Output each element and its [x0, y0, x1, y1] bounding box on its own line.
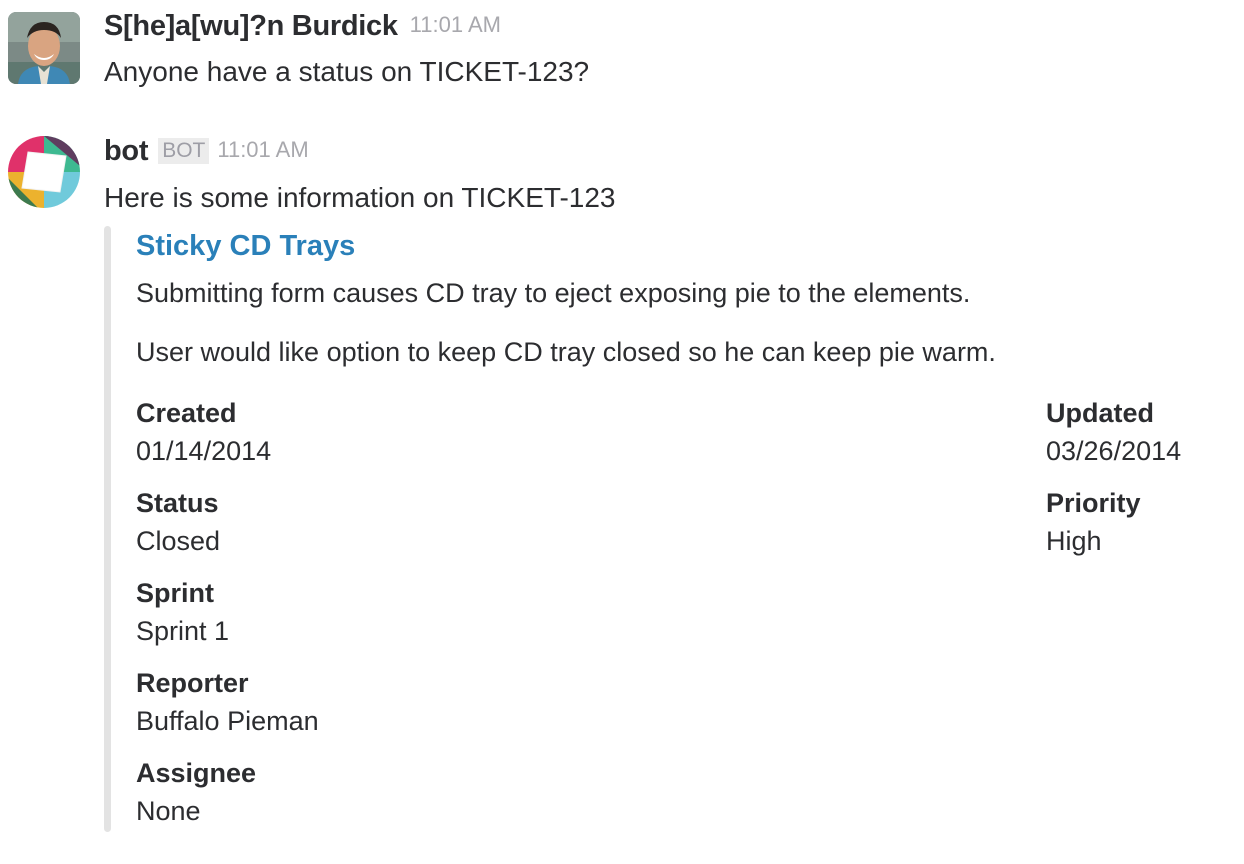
ticket-attachment: Sticky CD Trays Submitting form causes C…: [104, 226, 1234, 832]
field-sprint: Sprint Sprint 1: [136, 574, 229, 650]
field-updated: Updated 03/26/2014: [1046, 394, 1181, 470]
bot-avatar[interactable]: [8, 136, 80, 208]
message-bot: bot BOT 11:01 AM Here is some information …: [0, 130, 1244, 864]
message-text: Anyone have a status on TICKET-123?: [104, 56, 590, 87]
field-value: Sprint 1: [136, 616, 230, 646]
author-name[interactable]: S[he]a[wu]?n Burdick: [104, 10, 398, 42]
field-label: Priority: [1046, 488, 1141, 518]
field-value: Closed: [136, 526, 221, 556]
field-created: Created 01/14/2014: [136, 394, 271, 470]
field-reporter: Reporter Buffalo Pieman: [136, 664, 319, 740]
field-value: Buffalo Pieman: [136, 706, 319, 736]
attachment-color-bar: [104, 226, 111, 832]
field-value: High: [1046, 526, 1102, 556]
timestamp[interactable]: 11:01 AM: [217, 137, 308, 162]
field-label: Status: [136, 488, 219, 518]
field-label: Reporter: [136, 668, 249, 698]
slack-logo-icon: [8, 136, 80, 208]
field-label: Created: [136, 398, 237, 428]
field-priority: Priority High: [1046, 484, 1141, 560]
field-status: Status Closed: [136, 484, 220, 560]
bot-badge: BOT: [158, 138, 210, 164]
field-label: Sprint: [136, 578, 214, 608]
user-avatar-photo: [8, 12, 80, 84]
field-value: 01/14/2014: [136, 436, 272, 466]
message-user: S[he]a[wu]?n Burdick 11:01 AM Anyone have…: [0, 0, 1244, 110]
field-label: Assignee: [136, 758, 257, 788]
attachment-description: User would like option to keep CD tray c…: [136, 337, 996, 367]
message-header: bot BOT 11:01 AM: [104, 135, 309, 168]
message-header: S[he]a[wu]?n Burdick 11:01 AM: [104, 10, 501, 43]
field-label: Updated: [1046, 398, 1154, 428]
field-value: 03/26/2014: [1046, 436, 1182, 466]
field-value: None: [136, 796, 201, 826]
attachment-description: Submitting form causes CD tray to eject …: [136, 278, 971, 308]
timestamp[interactable]: 11:01 AM: [410, 12, 501, 37]
message-text: Here is some information on TICKET-123: [104, 182, 616, 213]
attachment-title-link[interactable]: Sticky CD Trays: [136, 230, 355, 263]
field-assignee: Assignee None: [136, 754, 256, 830]
author-name[interactable]: bot: [104, 135, 148, 167]
user-avatar[interactable]: [8, 12, 80, 84]
